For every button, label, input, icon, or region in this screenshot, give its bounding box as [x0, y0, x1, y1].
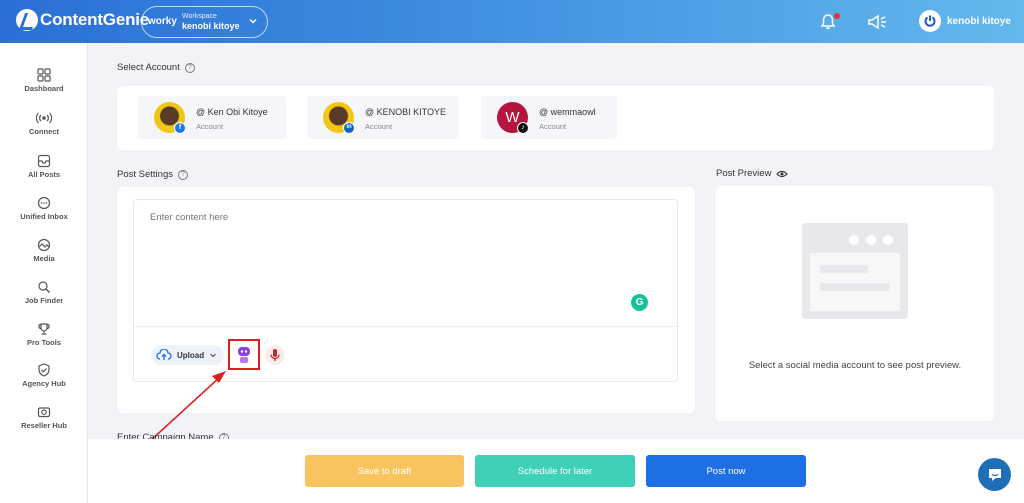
sidebar-item-label: Media: [33, 254, 55, 263]
workspace-name: kenobi kitoye: [182, 21, 240, 31]
power-icon: [919, 10, 941, 32]
post-settings-heading: Post Settings ?: [117, 169, 188, 180]
chevron-down-icon: [249, 18, 257, 24]
search-icon: [38, 281, 51, 294]
account-name: @ KENOBI KITOYE: [365, 107, 446, 117]
preview-empty-message: Select a social media account to see pos…: [748, 360, 962, 371]
account-card-facebook[interactable]: f @ Ken Obi Kitoye Account: [138, 96, 286, 139]
account-type: Account: [365, 122, 393, 131]
media-icon: [37, 238, 51, 252]
top-header: ContentGenie worky Workspace kenobi kito…: [0, 0, 1024, 43]
sidebar-item-all-posts[interactable]: All Posts: [0, 154, 88, 179]
user-name: kenobi kitoye: [947, 15, 1011, 27]
camera-icon: [37, 407, 51, 418]
grammarly-icon[interactable]: G: [631, 294, 648, 311]
eye-icon[interactable]: [776, 170, 789, 178]
content-input[interactable]: [150, 212, 650, 223]
sidebar-item-label: Connect: [29, 127, 59, 136]
post-preview-title: Post Preview: [716, 168, 772, 179]
account-card-linkedin[interactable]: in @ KENOBI KITOYE Account: [307, 96, 459, 139]
help-icon[interactable]: ?: [184, 62, 195, 73]
brand-mark-icon: [16, 9, 38, 31]
megaphone-icon[interactable]: [866, 12, 888, 32]
grid-icon: [37, 68, 51, 82]
sidebar-item-label: Dashboard: [24, 84, 64, 93]
sidebar-item-agency-hub[interactable]: Agency Hub: [0, 363, 88, 388]
browser-placeholder-icon: [802, 223, 908, 319]
sidebar-item-label: Agency Hub: [22, 379, 66, 388]
account-card-tiktok[interactable]: W ♪ @ wemmaowl Account: [481, 96, 617, 139]
workspace-switcher[interactable]: worky Workspace kenobi kitoye: [141, 6, 268, 38]
brand-logo[interactable]: ContentGenie: [16, 9, 149, 31]
account-type: Account: [539, 122, 567, 131]
select-account-title: Select Account: [117, 62, 180, 73]
microphone-icon: [270, 349, 280, 361]
account-name: @ Ken Obi Kitoye: [196, 107, 268, 117]
broadcast-icon: [36, 112, 52, 124]
select-account-heading: Select Account ?: [117, 62, 195, 73]
tiktok-icon: ♪: [517, 122, 529, 134]
account-name: @ wemmaowl: [539, 107, 596, 117]
action-footer: Save to draft Schedule for later Post no…: [88, 439, 1024, 503]
workspace-label: Workspace: [182, 13, 217, 20]
facebook-icon: f: [174, 122, 186, 134]
sidebar-item-label: Pro Tools: [26, 338, 62, 347]
chat-icon: [37, 196, 51, 210]
editor-divider: [134, 326, 677, 327]
sidebar-item-media[interactable]: Media: [0, 238, 88, 263]
post-settings-title: Post Settings: [117, 169, 173, 180]
post-preview-heading: Post Preview: [716, 168, 789, 179]
sidebar-item-unified-inbox[interactable]: Unified Inbox: [0, 196, 88, 221]
support-chat-button[interactable]: [978, 458, 1011, 491]
ai-assistant-button[interactable]: [228, 339, 260, 370]
sidebar-item-connect[interactable]: Connect: [0, 111, 88, 136]
sidebar-item-job-finder[interactable]: Job Finder: [0, 280, 88, 305]
ai-robot-icon: [238, 346, 250, 363]
sidebar-item-label: Job Finder: [24, 296, 64, 305]
account-selector-panel: f @ Ken Obi Kitoye Account in @ KENOBI K…: [117, 86, 994, 150]
cloud-upload-icon: [156, 349, 172, 360]
trophy-icon: [38, 323, 50, 335]
save-draft-button[interactable]: Save to draft: [305, 455, 464, 487]
sidebar-item-pro-tools[interactable]: Pro Tools: [0, 322, 88, 347]
sidebar-item-dashboard[interactable]: Dashboard: [0, 68, 88, 93]
notification-dot: [834, 13, 840, 19]
chevron-down-icon: [210, 353, 217, 358]
sidebar-item-label: All Posts: [27, 170, 61, 179]
sidebar-item-label: Unified Inbox: [20, 212, 68, 221]
post-now-button[interactable]: Post now: [646, 455, 806, 487]
brand-name: ContentGenie: [40, 10, 150, 29]
upload-label: Upload: [177, 350, 205, 360]
schedule-later-button[interactable]: Schedule for later: [475, 455, 635, 487]
sidebar: Dashboard Connect All Posts Unified Inbo…: [0, 43, 88, 503]
user-menu[interactable]: kenobi kitoye: [919, 10, 1011, 32]
chat-bubble-icon: [988, 468, 1001, 481]
account-type: Account: [196, 122, 224, 131]
help-icon[interactable]: ?: [177, 169, 188, 180]
inbox-icon: [37, 154, 51, 168]
voice-input-button[interactable]: [265, 345, 285, 365]
sidebar-item-reseller-hub[interactable]: Reseller Hub: [0, 405, 88, 430]
workspace-logo: worky: [148, 16, 177, 27]
linkedin-icon: in: [343, 122, 355, 134]
post-editor: G Upload: [133, 199, 678, 382]
sidebar-item-label: Reseller Hub: [21, 421, 67, 430]
post-preview-panel: Select a social media account to see pos…: [716, 186, 994, 421]
upload-button[interactable]: Upload: [151, 345, 224, 365]
shield-icon: [38, 363, 50, 377]
